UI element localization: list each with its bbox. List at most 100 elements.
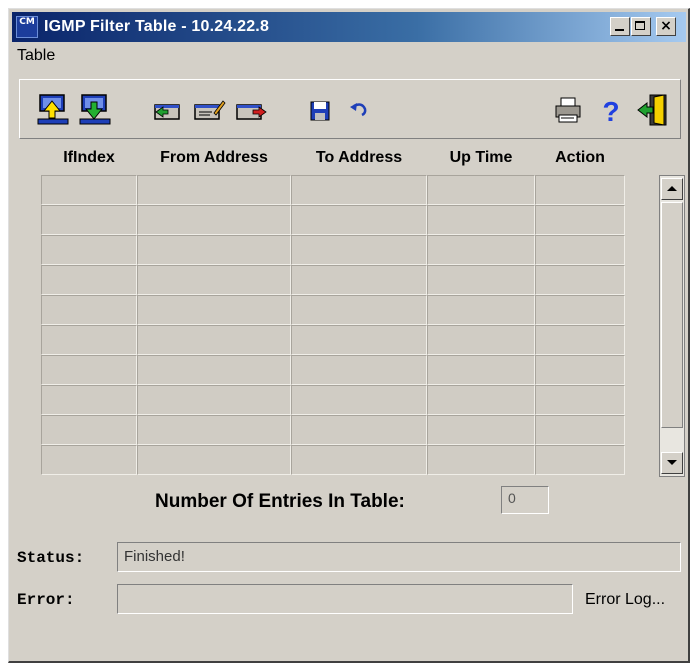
arrow-up-icon: [667, 186, 677, 191]
table-cell-up-time[interactable]: [427, 415, 535, 445]
table-cell-to-address[interactable]: [291, 265, 427, 295]
table-cell-from-address[interactable]: [137, 175, 291, 205]
table-cell-to-address[interactable]: [291, 385, 427, 415]
table-cell-from-address[interactable]: [137, 265, 291, 295]
table-cell-up-time[interactable]: [427, 385, 535, 415]
column-header-action[interactable]: Action: [535, 149, 625, 173]
upload-button[interactable]: [36, 93, 70, 127]
table-cell-ifindex[interactable]: [41, 295, 137, 325]
menu-table[interactable]: Table: [17, 47, 55, 64]
table-cell-action[interactable]: [535, 415, 625, 445]
delete-row-button[interactable]: [234, 93, 268, 127]
error-field: [117, 584, 573, 614]
table-cell-up-time[interactable]: [427, 325, 535, 355]
edit-row-icon: [194, 100, 226, 120]
table-row[interactable]: [41, 205, 625, 235]
title-bar[interactable]: CM IGMP Filter Table - 10.24.22.8 ×: [12, 12, 686, 42]
table-cell-to-address[interactable]: [291, 175, 427, 205]
table-cell-action[interactable]: [535, 295, 625, 325]
table-cell-up-time[interactable]: [427, 205, 535, 235]
help-button[interactable]: ?: [594, 93, 628, 127]
scroll-down-button[interactable]: [661, 452, 683, 474]
table-cell-up-time[interactable]: [427, 355, 535, 385]
add-row-button[interactable]: [150, 93, 184, 127]
table-row[interactable]: [41, 175, 625, 205]
table-cell-up-time[interactable]: [427, 445, 535, 475]
vertical-scrollbar[interactable]: [659, 175, 685, 477]
table-cell-action[interactable]: [535, 385, 625, 415]
table-row[interactable]: [41, 265, 625, 295]
table-cell-action[interactable]: [535, 205, 625, 235]
table-cell-to-address[interactable]: [291, 205, 427, 235]
table-row[interactable]: [41, 415, 625, 445]
table-cell-from-address[interactable]: [137, 355, 291, 385]
table-cell-ifindex[interactable]: [41, 415, 137, 445]
column-header-from-address[interactable]: From Address: [137, 149, 291, 173]
table-cell-to-address[interactable]: [291, 355, 427, 385]
table-cell-ifindex[interactable]: [41, 205, 137, 235]
download-icon: [79, 94, 111, 125]
close-button[interactable]: ×: [656, 17, 676, 36]
print-button[interactable]: [552, 93, 586, 127]
undo-button[interactable]: [342, 93, 376, 127]
table-cell-ifindex[interactable]: [41, 325, 137, 355]
filter-table-grid[interactable]: [41, 175, 625, 477]
table-cell-from-address[interactable]: [137, 205, 291, 235]
table-cell-up-time[interactable]: [427, 265, 535, 295]
toolbar: ?: [19, 79, 681, 139]
table-cell-to-address[interactable]: [291, 325, 427, 355]
table-cell-up-time[interactable]: [427, 175, 535, 205]
table-row[interactable]: [41, 385, 625, 415]
table-cell-to-address[interactable]: [291, 415, 427, 445]
scroll-up-button[interactable]: [661, 178, 683, 200]
table-cell-to-address[interactable]: [291, 445, 427, 475]
status-field: Finished!: [117, 542, 681, 572]
download-button[interactable]: [78, 93, 112, 127]
table-row[interactable]: [41, 355, 625, 385]
table-cell-from-address[interactable]: [137, 445, 291, 475]
print-icon: [555, 97, 581, 123]
minimize-button[interactable]: [610, 17, 630, 36]
table-cell-action[interactable]: [535, 235, 625, 265]
menu-bar: Table: [17, 47, 55, 69]
table-cell-action[interactable]: [535, 445, 625, 475]
table-row[interactable]: [41, 295, 625, 325]
error-log-button[interactable]: Error Log...: [585, 591, 665, 609]
table-row[interactable]: [41, 235, 625, 265]
column-header-to-address[interactable]: To Address: [291, 149, 427, 173]
table-cell-from-address[interactable]: [137, 385, 291, 415]
table-cell-from-address[interactable]: [137, 235, 291, 265]
table-cell-to-address[interactable]: [291, 295, 427, 325]
table-cell-from-address[interactable]: [137, 295, 291, 325]
app-icon: CM: [16, 16, 38, 38]
table-cell-ifindex[interactable]: [41, 265, 137, 295]
table-cell-action[interactable]: [535, 355, 625, 385]
save-button[interactable]: [302, 93, 336, 127]
table-cell-from-address[interactable]: [137, 325, 291, 355]
save-icon: [310, 101, 330, 121]
maximize-icon: [635, 21, 645, 30]
table-row[interactable]: [41, 325, 625, 355]
edit-row-button[interactable]: [192, 93, 226, 127]
table-cell-from-address[interactable]: [137, 415, 291, 445]
table-cell-ifindex[interactable]: [41, 175, 137, 205]
maximize-button[interactable]: [631, 17, 651, 36]
column-header-up-time[interactable]: Up Time: [427, 149, 535, 173]
table-cell-action[interactable]: [535, 265, 625, 295]
exit-icon: [637, 94, 667, 126]
table-cell-action[interactable]: [535, 325, 625, 355]
exit-button[interactable]: [636, 93, 670, 127]
table-cell-action[interactable]: [535, 175, 625, 205]
table-cell-ifindex[interactable]: [41, 385, 137, 415]
table-row[interactable]: [41, 445, 625, 475]
table-cell-ifindex[interactable]: [41, 445, 137, 475]
close-icon: ×: [660, 18, 672, 34]
table-cell-ifindex[interactable]: [41, 235, 137, 265]
table-cell-to-address[interactable]: [291, 235, 427, 265]
table-cell-ifindex[interactable]: [41, 355, 137, 385]
column-header-ifindex[interactable]: IfIndex: [41, 149, 137, 173]
table-cell-up-time[interactable]: [427, 295, 535, 325]
table-cell-up-time[interactable]: [427, 235, 535, 265]
delete-row-icon: [236, 104, 267, 120]
scroll-track[interactable]: [661, 202, 683, 428]
